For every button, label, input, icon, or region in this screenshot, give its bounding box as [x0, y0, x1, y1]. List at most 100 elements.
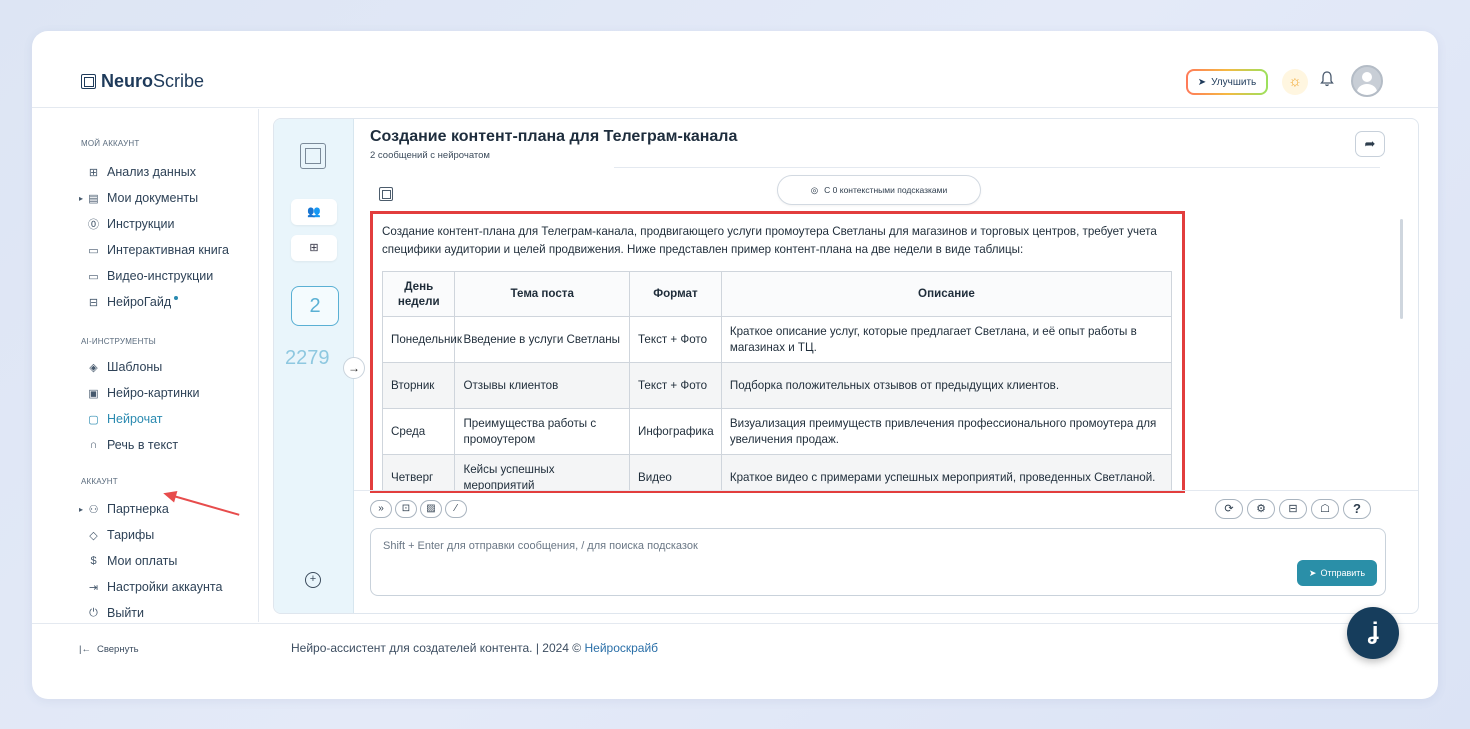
sidebar-item-instructions[interactable]: ⓪ Инструкции [87, 215, 175, 233]
expand-arrow-icon[interactable]: → [343, 357, 365, 379]
chat-side-strip: 👥 ⊞ 2 2279 + [274, 119, 354, 613]
annotation-arrow [169, 494, 240, 516]
sidebar-item-templates[interactable]: ◈ Шаблоны [87, 358, 162, 376]
message-count-badge: 2 [291, 286, 339, 326]
robot-icon[interactable]: ☖ [1311, 499, 1339, 519]
sidebar-item-neuroguide[interactable]: ⊟ НейроГайд [87, 293, 179, 311]
assistant-avatar-icon [379, 187, 393, 201]
sidebar-item-logout[interactable]: ⏻ Выйти [87, 604, 144, 622]
sidebar-item-label: Нейро-картинки [107, 386, 200, 400]
table-header-cell: День недели [381, 271, 456, 317]
send-label: Отправить [1320, 568, 1366, 578]
sidebar-item-label: Шаблоны [107, 360, 163, 374]
sidebar-item-label: Настройки аккаунта [107, 580, 223, 594]
app-logo[interactable]: NeuroScribe [81, 71, 204, 92]
chat-title: Создание контент-плана для Телеграм-кана… [370, 128, 738, 145]
tag-icon: ◇ [89, 529, 98, 542]
help-question-icon[interactable]: ? [1343, 499, 1371, 519]
book-icon: ▭ [88, 244, 99, 257]
user-avatar[interactable] [1351, 65, 1383, 97]
table-cell: Вторник [381, 362, 456, 409]
table-cell: Подборка положительных отзывов от предыд… [720, 362, 1173, 409]
chat-widget-button[interactable]: ʝ [1347, 607, 1399, 659]
sidebar-item-tariffs[interactable]: ◇ Тарифы [87, 526, 154, 544]
table-header-cell: Формат [629, 271, 722, 317]
chat-scrollbar[interactable] [1400, 219, 1403, 319]
grid-toggle-button[interactable]: ⊞ [291, 235, 337, 261]
context-hints-button[interactable]: ◎ С 0 контекстными подсказками [777, 175, 981, 205]
hint-icon: ◎ [810, 184, 819, 195]
collapse-left-icon: |← [79, 644, 91, 655]
table-cell: Кейсы успешных мероприятий [454, 454, 630, 490]
token-count: 2279 [285, 347, 330, 369]
video-icon: ▭ [88, 270, 99, 283]
sidebar-item-neuro-images[interactable]: ▣ Нейро-картинки [87, 384, 199, 402]
chat-icon: ▢ [88, 413, 99, 426]
send-plane-icon: ➤ [1308, 567, 1317, 578]
footer-link[interactable]: Нейроскрайб [584, 641, 658, 655]
context-hints-label: С 0 контекстными подсказками [824, 185, 948, 195]
rocket-icon: ➤ [1197, 76, 1207, 88]
upgrade-button[interactable]: ➤ Улучшить [1186, 69, 1268, 95]
table-row: Четверг Кейсы успешных мероприятий Видео… [381, 454, 1173, 490]
insert-image-icon[interactable]: ▨ [420, 500, 442, 518]
sidebar-item-data-analysis[interactable]: ⊞ Анализ данных [87, 163, 196, 181]
grid-icon: ⊞ [88, 166, 99, 179]
section-title-account: АККАУНТ [81, 477, 118, 486]
message-input-placeholder: Shift + Enter для отправки сообщения, / … [383, 540, 698, 552]
layers-icon: ◈ [89, 361, 98, 374]
table-cell: Текст + Фото [629, 316, 722, 363]
table-row: Вторник Отзывы клиентов Текст + Фото Под… [381, 362, 1173, 409]
document-icon: ▤ [88, 192, 99, 205]
logo-text-bold: Neuro [101, 71, 154, 91]
sidebar-item-label: Инструкции [107, 217, 175, 231]
power-icon: ⏻ [89, 606, 98, 619]
page-footer: |← Свернуть Нейро-ассистент для создател… [32, 623, 1438, 675]
table-cell: Преимущества работы с промоутером [454, 408, 630, 455]
notifications-bell-icon[interactable] [1316, 71, 1338, 93]
sidebar-item-interactive-book[interactable]: ▭ Интерактивная книга [87, 241, 229, 259]
sidebar: МОЙ АККАУНТ ⊞ Анализ данных ▤ Мои докуме… [32, 109, 259, 622]
footer-copyright: Нейро-ассистент для создателей контента.… [291, 641, 658, 655]
settings-gear-icon[interactable]: ⚙ [1247, 499, 1275, 519]
table-cell: Четверг [381, 454, 456, 490]
layout-icon[interactable]: ⊟ [1279, 499, 1307, 519]
section-title-ai-tools: AI-ИНСТРУМЕНТЫ [81, 337, 156, 346]
theme-toggle-sun-icon[interactable]: ☼ [1282, 69, 1308, 95]
sidebar-item-speech-to-text[interactable]: ∩ Речь в текст [87, 436, 179, 454]
sidebar-item-video-instructions[interactable]: ▭ Видео-инструкции [87, 267, 213, 285]
collapse-sidebar-button[interactable]: |← Свернуть [79, 644, 139, 655]
sidebar-item-account-settings[interactable]: ⇥ Настройки аккаунта [87, 578, 223, 596]
sidebar-item-partners[interactable]: ⚇ Партнерка [79, 500, 169, 518]
plugin-icon[interactable]: ⟳ [1215, 499, 1243, 519]
sidebar-item-my-documents[interactable]: ▤ Мои документы [79, 189, 198, 207]
chat-subtitle: 2 сообщений с нейрочатом [370, 150, 490, 161]
collapse-chevrons-icon[interactable]: » [370, 500, 392, 518]
sidebar-item-neurochat[interactable]: ▢ Нейрочат [87, 410, 163, 428]
table-cell: Среда [381, 408, 456, 455]
sidebar-item-my-payments[interactable]: $ Мои оплаты [87, 552, 177, 570]
sidebar-item-label: Мои оплаты [107, 554, 178, 568]
sidebar-item-label: НейроГайд [107, 295, 172, 309]
neuroscribe-logo-icon [300, 143, 326, 169]
grid-icon: ⊞ [309, 242, 319, 254]
message-input[interactable]: Shift + Enter для отправки сообщения, / … [370, 528, 1386, 596]
footer-text: Нейро-ассистент для создателей контента.… [291, 641, 585, 655]
image-icon: ▣ [88, 387, 99, 400]
share-button[interactable]: ➦ [1355, 131, 1385, 157]
sidebar-item-label: Нейрочат [107, 412, 163, 426]
table-cell: Краткое видео с примерами успешных мероп… [720, 454, 1173, 490]
users-toggle-button[interactable]: 👥 [291, 199, 337, 225]
guide-icon: ⊟ [88, 296, 99, 309]
sidebar-item-label: Тарифы [107, 528, 155, 542]
send-button[interactable]: ➤ Отправить [1297, 560, 1377, 586]
table-cell: Краткое описание услуг, которые предлага… [720, 316, 1173, 363]
upgrade-label: Улучшить [1211, 76, 1257, 88]
title-divider [614, 167, 1380, 168]
magic-wand-icon[interactable]: ⁄ [445, 500, 467, 518]
logo-icon [81, 74, 96, 89]
upload-doc-icon[interactable]: ⊡ [395, 500, 417, 518]
section-title-my-account: МОЙ АККАУНТ [81, 139, 140, 148]
add-chat-plus-icon[interactable]: + [305, 572, 321, 588]
logo-text-rest: Scribe [153, 71, 205, 91]
